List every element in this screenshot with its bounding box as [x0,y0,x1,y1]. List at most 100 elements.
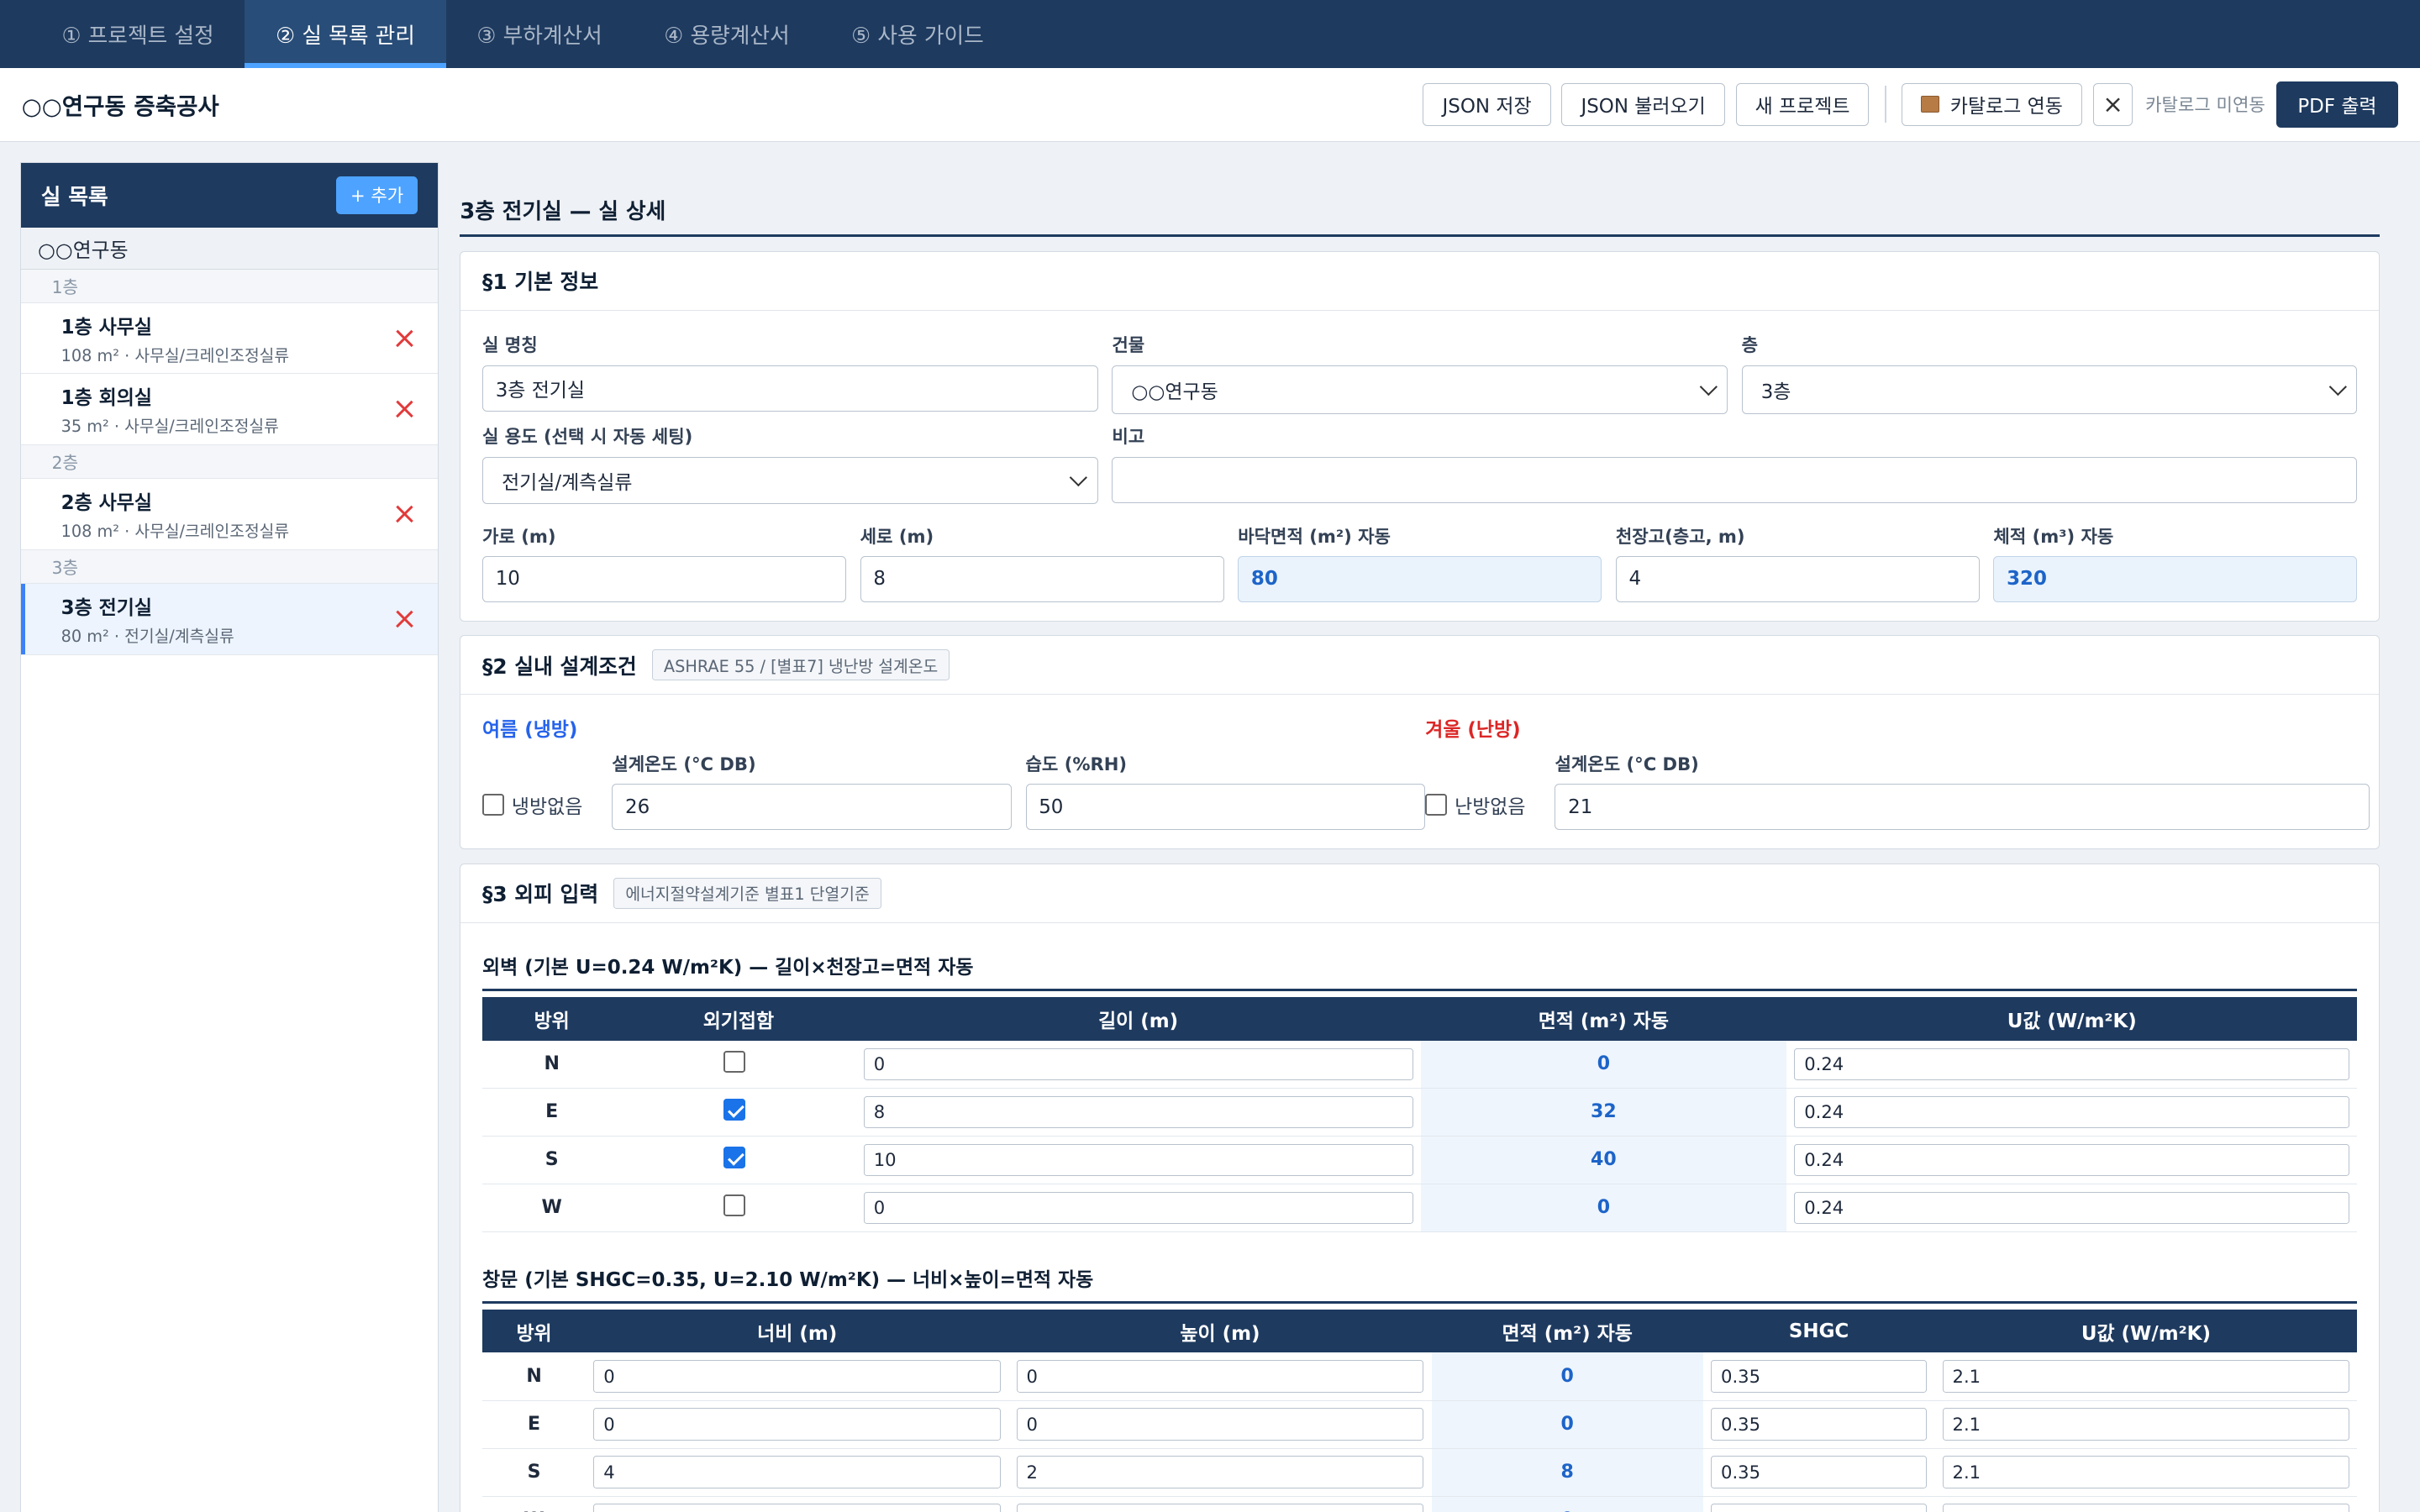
exterior-checkbox[interactable] [723,1050,746,1073]
pdf-export-button[interactable]: PDF 출력 [2275,81,2399,128]
usage-select[interactable]: 전기실/계측실류 [482,456,1098,505]
window-shgc-input[interactable]: 0.35 [1711,1504,1928,1512]
wall-area-cell: 0 [1420,1184,1787,1232]
room-list-sidebar: 실 목록 + 추가 ○○연구동 1층 1층 사무실 108 m² · 사무실/크… [19,161,439,1512]
building-select[interactable]: ○○연구동 [1112,365,1728,415]
page-title: 3층 전기실 — 실 상세 [460,162,2381,238]
room-item[interactable]: 2층 사무실 108 m² · 사무실/크레인조정실류 [20,479,438,550]
summer-temp-input[interactable]: 26 [612,784,1012,831]
exterior-checkbox[interactable] [723,1099,746,1121]
wall-u-input[interactable]: 0.24 [1794,1095,2350,1129]
delete-icon[interactable] [392,326,417,350]
tab-load-calc[interactable]: ③ 부하계산서 [446,0,634,68]
width-label: 가로 (m) [482,525,556,547]
room-name: 3층 전기실 [60,597,152,620]
ceiling-height-input[interactable]: 4 [1615,555,1980,602]
room-item-active[interactable]: 3층 전기실 80 m² · 전기실/계측실류 [20,584,438,655]
winter-conditions: 겨울 (난방) 난방없음 설계온도 (°C DB) 21 [1425,707,2370,831]
window-shgc-input[interactable]: 0.35 [1711,1360,1928,1393]
col-header: 외기접함 [621,997,856,1041]
winter-temp-input[interactable]: 21 [1555,784,2370,831]
room-item[interactable]: 1층 회의실 35 m² · 사무실/크레인조정실류 [20,374,438,445]
floor-label: 층 [1741,334,1759,356]
section-title: §3 외피 입력 에너지절약설계기준 별표1 단열기준 [460,864,2380,923]
humidity-input[interactable]: 50 [1025,784,1426,831]
window-u-input[interactable]: 2.1 [1942,1456,2350,1488]
delete-icon[interactable] [392,397,417,422]
wall-area-cell: 40 [1420,1136,1787,1184]
no-heating-label: 난방없음 [1455,795,1526,818]
wall-u-input[interactable]: 0.24 [1794,1191,2350,1225]
wall-u-input[interactable]: 0.24 [1794,1143,2350,1177]
tab-capacity-calc[interactable]: ④ 용량계산서 [634,0,821,68]
delete-icon[interactable] [392,501,417,526]
width-input[interactable]: 10 [482,555,847,602]
window-width-input[interactable]: 0 [593,1408,1002,1441]
standard-tag: ASHRAE 55 / [별표7] 냉난방 설계온도 [652,649,950,681]
floor-area-value: 80 [1238,555,1602,602]
tab-user-guide[interactable]: ⑤ 사용 가이드 [820,0,1014,68]
no-cooling-checkbox[interactable]: 냉방없음 [482,779,598,830]
note-input[interactable] [1112,456,2358,503]
json-save-button[interactable]: JSON 저장 [1423,82,1551,127]
wall-u-input[interactable]: 0.24 [1794,1047,2350,1081]
window-height-input[interactable]: 0 [1016,1360,1424,1393]
json-load-button[interactable]: JSON 불러오기 [1561,82,1725,127]
window-height-input[interactable]: 0 [1016,1408,1424,1441]
direction-cell: W [482,1496,587,1512]
room-summary: 108 m² · 사무실/크레인조정실류 [60,345,290,365]
floor-select[interactable]: 3층 [1741,365,2358,415]
tab-room-list[interactable]: ② 실 목록 관리 [245,0,447,68]
window-u-input[interactable]: 2.1 [1942,1408,2350,1441]
room-name-input[interactable]: 3층 전기실 [482,365,1098,412]
tab-project-settings[interactable]: ① 프로젝트 설정 [31,0,245,68]
wall-area-cell: 0 [1420,1040,1787,1089]
section-title: §1 기본 정보 [460,252,2380,311]
window-width-input[interactable]: 0 [593,1504,1002,1512]
room-summary: 80 m² · 전기실/계측실류 [60,626,234,646]
col-header: 방위 [482,997,622,1041]
window-shgc-input[interactable]: 0.35 [1711,1408,1928,1441]
chevron-down-icon [1070,468,1088,486]
wall-length-input[interactable]: 0 [863,1191,1413,1225]
window-area-cell: 8 [1431,1448,1703,1497]
usage-value: 전기실/계측실류 [502,472,633,495]
window-height-input[interactable]: 2 [1016,1456,1424,1488]
window-shgc-input[interactable]: 0.35 [1711,1456,1928,1488]
section-indoor-conditions: §2 실내 설계조건 ASHRAE 55 / [별표7] 냉난방 설계온도 여름… [460,635,2381,850]
exterior-checkbox[interactable] [723,1194,746,1216]
floor-value: 3층 [1760,381,1791,403]
wall-length-input[interactable]: 10 [863,1143,1413,1177]
table-row: N 0 0 0 0.35 2.1 [482,1352,2358,1401]
close-icon[interactable]: × [2092,82,2133,127]
wall-table-title: 외벽 (기본 U=0.24 W/m²K) — 길이×천장고=면적 자동 [482,929,2358,991]
depth-input[interactable]: 8 [860,555,1224,602]
catalog-status: 카탈로그 미연동 [2145,94,2265,116]
wall-length-input[interactable]: 0 [863,1047,1413,1081]
wall-length-input[interactable]: 8 [863,1095,1413,1129]
exterior-checkbox[interactable] [723,1147,746,1168]
col-header: 면적 (m²) 자동 [1431,1309,1703,1353]
col-header: 높이 (m) [1008,1309,1432,1353]
no-heating-checkbox[interactable]: 난방없음 [1425,779,1541,830]
window-u-input[interactable]: 2.1 [1942,1360,2350,1393]
direction-cell: N [482,1352,587,1401]
floor-area-label: 바닥면적 (m²) 자동 [1238,525,1391,547]
col-header: 면적 (m²) 자동 [1420,997,1787,1041]
col-header: 너비 (m) [586,1309,1009,1353]
no-cooling-label: 냉방없음 [511,795,583,818]
window-height-input[interactable]: 0 [1016,1504,1424,1512]
catalog-link-button[interactable]: 카탈로그 연동 [1902,82,2082,127]
window-width-input[interactable]: 4 [593,1456,1002,1488]
building-group[interactable]: ○○연구동 [20,227,438,270]
window-width-input[interactable]: 0 [593,1360,1002,1393]
chevron-down-icon [2329,377,2347,396]
col-header: U값 (W/m²K) [1934,1309,2358,1353]
add-room-button[interactable]: + 추가 [336,176,418,214]
delete-icon[interactable] [392,606,417,631]
winter-temp-label: 설계온도 (°C DB) [1555,753,1699,775]
new-project-button[interactable]: 새 프로젝트 [1735,82,1870,127]
room-item[interactable]: 1층 사무실 108 m² · 사무실/크레인조정실류 [20,303,438,375]
table-row: E 0 0 0 0.35 2.1 [482,1400,2358,1449]
window-u-input[interactable]: 2.1 [1942,1504,2350,1512]
